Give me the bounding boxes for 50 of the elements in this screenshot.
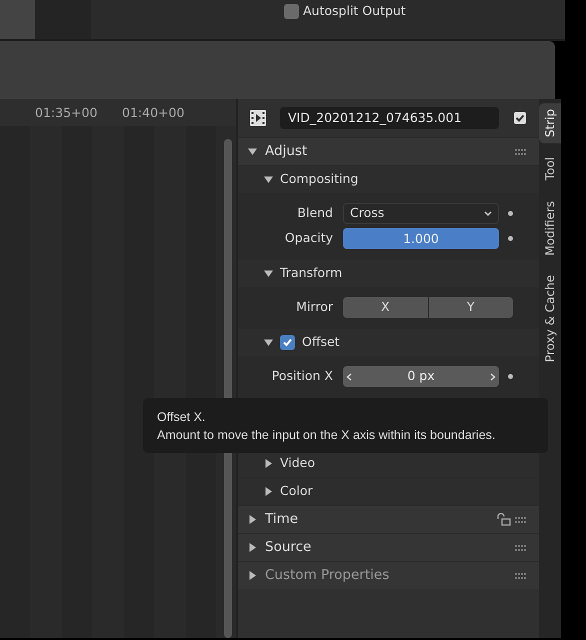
subpanel-title[interactable]: Transform — [280, 264, 342, 283]
expand-triangle-icon[interactable] — [248, 515, 257, 524]
field-label: Blend — [296, 204, 334, 222]
opacity-slider[interactable]: 1.000 — [343, 228, 499, 249]
arrow-left-icon — [346, 372, 352, 380]
panel-title[interactable]: Source — [265, 537, 312, 558]
subpanel-title[interactable]: Video — [280, 454, 316, 473]
sidebar-tab[interactable]: Strip — [539, 103, 561, 144]
drag-handle-icon — [515, 572, 527, 580]
field-value: 0 px — [407, 367, 435, 386]
field-label: Mirror — [295, 298, 334, 316]
field-label: Opacity — [284, 229, 334, 248]
expand-triangle-icon[interactable] — [264, 487, 273, 496]
enable-checkbox[interactable] — [514, 112, 526, 124]
checkbox[interactable] — [280, 335, 295, 350]
collapse-triangle-icon[interactable] — [264, 269, 273, 278]
collapse-triangle-icon[interactable] — [264, 338, 273, 347]
panel-title[interactable]: Adjust — [265, 141, 308, 162]
expand-triangle-icon[interactable] — [264, 459, 273, 468]
drag-handle-icon — [515, 516, 527, 524]
unlock-icon[interactable] — [497, 513, 511, 526]
checkmark-icon — [514, 112, 526, 124]
arrow-right-icon — [490, 372, 496, 380]
subpanel-title[interactable]: Offset — [302, 333, 340, 352]
collapse-triangle-icon[interactable] — [264, 175, 273, 184]
keyframe-dot-icon[interactable] — [508, 211, 513, 216]
collapse-triangle-icon[interactable] — [248, 147, 257, 156]
panel-title[interactable]: Time — [265, 509, 298, 530]
drag-handle-icon — [515, 544, 527, 552]
drag-handle-icon — [515, 148, 527, 156]
subpanel-title[interactable]: Compositing — [280, 170, 358, 189]
expand-triangle-icon[interactable] — [248, 543, 257, 552]
tooltip-text: Amount to move the input on the X axis within its boundaries. — [157, 427, 496, 444]
checkmark-icon — [282, 337, 293, 348]
time-label: 01:40+00 — [122, 104, 184, 122]
checkbox-label: Autosplit Output — [303, 2, 406, 20]
chevron-down-icon — [484, 210, 492, 216]
field-label: Position X — [270, 367, 334, 386]
toggle-button[interactable]: X — [343, 297, 428, 318]
number-field[interactable]: 0 px — [343, 366, 499, 387]
toggle-button[interactable]: Y — [428, 297, 513, 318]
strip-name-field[interactable]: VID_20201212_074635.001 — [280, 106, 499, 130]
tooltip-title: Offset X. — [157, 409, 206, 426]
film-strip-icon — [249, 109, 267, 127]
blend-dropdown[interactable]: Cross — [343, 203, 499, 224]
checkbox[interactable] — [284, 4, 299, 18]
keyframe-dot-icon[interactable] — [508, 236, 513, 241]
time-label: 01:35+00 — [35, 104, 98, 122]
keyframe-dot-icon[interactable] — [508, 374, 513, 379]
subpanel-title[interactable]: Color — [280, 482, 313, 501]
